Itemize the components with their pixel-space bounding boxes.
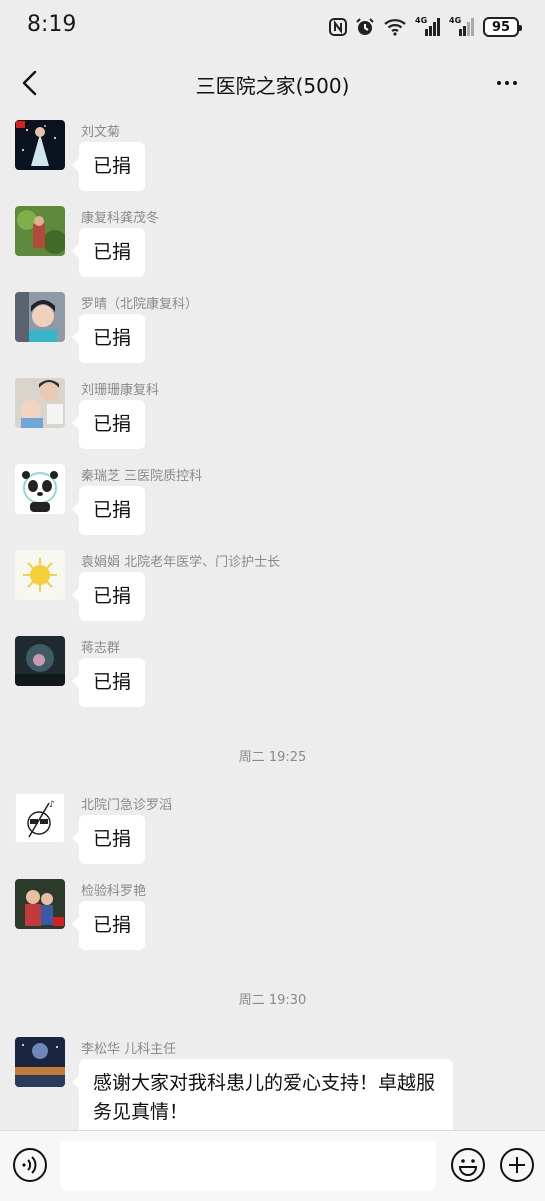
avatar[interactable]	[15, 378, 65, 428]
message-bubble[interactable]: 已捐	[71, 228, 146, 277]
chat-title: 三医院之家(500)	[195, 74, 350, 98]
avatar[interactable]	[15, 120, 65, 170]
status-time: 8:19	[27, 12, 77, 37]
avatar[interactable]	[15, 1037, 65, 1087]
message-list[interactable]: 刘文菊 已捐 康复科龚茂冬 已捐 罗晴（北院康复科） 已捐 刘珊珊康复科 已捐 …	[0, 114, 545, 1130]
message-bubble[interactable]: 已捐	[71, 815, 146, 864]
avatar[interactable]	[15, 206, 65, 256]
svg-text:♪: ♪	[49, 800, 55, 810]
sender-name: 秦瑞芝 三医院质控科	[81, 469, 203, 484]
signal-2-icon: 4G	[449, 16, 475, 38]
message-bubble[interactable]: 已捐	[71, 314, 146, 363]
more-options-icon[interactable]	[487, 66, 527, 100]
avatar[interactable]	[15, 879, 65, 929]
sender-name: 袁娟娟 北院老年医学、门诊护士长	[81, 555, 281, 570]
message-bubble[interactable]: 感谢大家对我科患儿的爱心支持！卓越服务见真情！	[72, 1059, 453, 1130]
voice-input-icon[interactable]	[12, 1147, 48, 1183]
message-bubble[interactable]: 已捐	[71, 658, 146, 707]
timestamp: 周二 19:25	[238, 750, 307, 765]
input-bar	[0, 1130, 545, 1201]
signal-1-icon: 4G	[415, 16, 441, 38]
message-bubble[interactable]: 已捐	[71, 400, 146, 449]
message-bubble[interactable]: 已捐	[71, 142, 146, 191]
sender-name: 刘珊珊康复科	[81, 383, 160, 398]
sender-name: 检验科罗艳	[81, 884, 147, 899]
sender-name: 蒋志群	[81, 641, 121, 656]
nfc-icon	[329, 18, 347, 36]
sender-name: 李松华 儿科主任	[81, 1042, 177, 1057]
timestamp: 周二 19:30	[238, 993, 307, 1008]
avatar[interactable]: ♪	[15, 793, 65, 843]
avatar[interactable]	[15, 636, 65, 686]
wifi-icon	[384, 19, 406, 36]
add-more-icon[interactable]	[499, 1147, 535, 1183]
emoji-icon[interactable]	[450, 1147, 486, 1183]
avatar[interactable]	[15, 464, 65, 514]
sender-name: 刘文菊	[81, 125, 121, 140]
sender-name: 北院门急诊罗滔	[81, 798, 173, 813]
avatar[interactable]	[15, 292, 65, 342]
message-bubble[interactable]: 已捐	[71, 486, 146, 535]
alarm-icon	[356, 18, 374, 35]
status-bar: 8:19 4G 4G 95	[0, 0, 545, 56]
message-bubble[interactable]: 已捐	[71, 572, 146, 621]
message-bubble[interactable]: 已捐	[71, 901, 146, 950]
status-icons: 4G 4G 95	[329, 14, 522, 40]
sender-name: 康复科龚茂冬	[81, 211, 160, 226]
message-input[interactable]	[60, 1141, 436, 1191]
battery-icon: 95	[483, 17, 522, 37]
battery-level: 95	[491, 19, 511, 35]
avatar[interactable]	[15, 550, 65, 600]
chat-header: 三医院之家(500)	[0, 56, 545, 114]
sender-name: 罗晴（北院康复科）	[81, 297, 199, 312]
